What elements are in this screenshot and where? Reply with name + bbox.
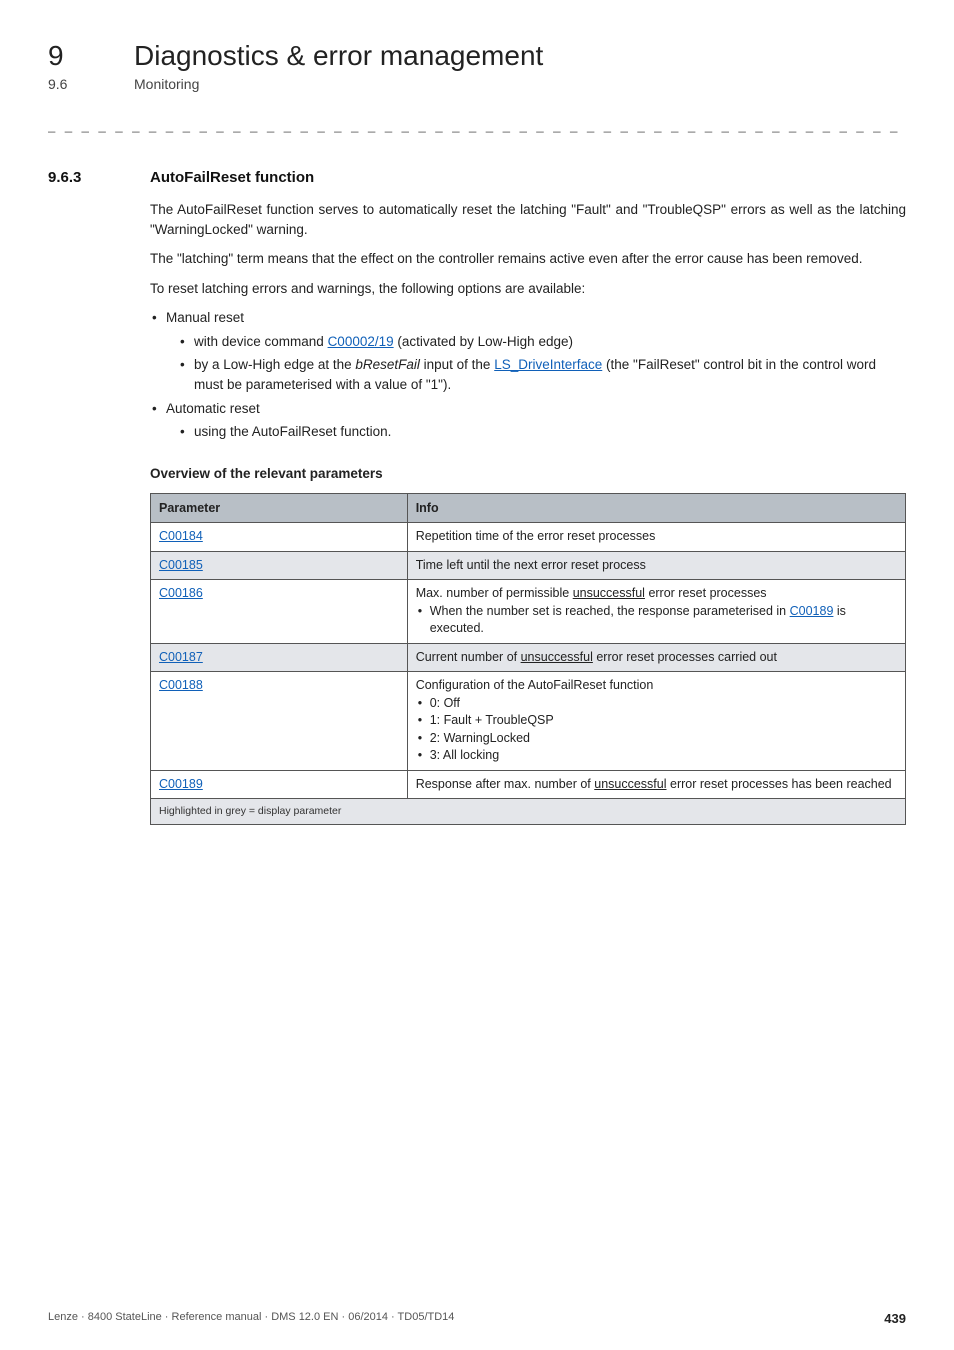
text: error reset processes — [645, 586, 767, 600]
table-row: C00188 Configuration of the AutoFailRese… — [151, 672, 906, 771]
text-underline: unsuccessful — [573, 586, 645, 600]
link-device-command[interactable]: C00002/19 — [328, 334, 394, 349]
subsection-title: AutoFailReset function — [150, 169, 314, 186]
section-title: Monitoring — [134, 76, 199, 92]
list-item-label: Automatic reset — [166, 401, 260, 416]
chapter-number: 9 — [48, 40, 98, 72]
text: error reset processes has been reached — [667, 777, 892, 791]
link-param[interactable]: C00185 — [159, 558, 203, 572]
table-heading: Overview of the relevant parameters — [150, 464, 906, 484]
cell-parameter: C00187 — [151, 643, 408, 672]
link-param[interactable]: C00188 — [159, 678, 203, 692]
page-root: 9 Diagnostics & error management 9.6 Mon… — [0, 0, 954, 1350]
cell-info: Current number of unsuccessful error res… — [407, 643, 905, 672]
text: Max. number of permissible — [416, 586, 573, 600]
cell-info: Time left until the next error reset pro… — [407, 551, 905, 580]
cell-parameter: C00184 — [151, 523, 408, 552]
cell-parameter: C00185 — [151, 551, 408, 580]
cell-info: Max. number of permissible unsuccessful … — [407, 580, 905, 644]
link-param[interactable]: C00189 — [159, 777, 203, 791]
text: (activated by Low-High edge) — [394, 334, 573, 349]
text-underline: unsuccessful — [594, 777, 666, 791]
list-item: Automatic reset using the AutoFailReset … — [150, 399, 906, 442]
page-footer: Lenze · 8400 StateLine · Reference manua… — [48, 1311, 906, 1326]
link-driveinterface[interactable]: LS_DriveInterface — [494, 357, 602, 372]
info-sub-item: When the number set is reached, the resp… — [416, 603, 897, 638]
text: Configuration of the AutoFailReset funct… — [416, 678, 654, 692]
cell-parameter: C00189 — [151, 770, 408, 799]
table-row: C00184 Repetition time of the error rese… — [151, 523, 906, 552]
text-underline: unsuccessful — [521, 650, 593, 664]
list-item: by a Low-High edge at the bResetFail inp… — [180, 355, 906, 394]
section-number: 9.6 — [48, 76, 98, 92]
link-param[interactable]: C00187 — [159, 650, 203, 664]
parameter-table: Parameter Info C00184 Repetition time of… — [150, 493, 906, 825]
col-header-parameter: Parameter — [151, 494, 408, 523]
paragraph: The AutoFailReset function serves to aut… — [150, 200, 906, 239]
table-row: C00189 Response after max. number of uns… — [151, 770, 906, 799]
cell-parameter: C00188 — [151, 672, 408, 771]
text: Time left until the next error reset pro… — [416, 558, 646, 572]
text: error reset processes carried out — [593, 650, 777, 664]
subsection-heading: 9.6.3 AutoFailReset function — [48, 169, 906, 186]
body-text: The AutoFailReset function serves to aut… — [150, 200, 906, 825]
table-row: C00185 Time left until the next error re… — [151, 551, 906, 580]
chapter-header: 9 Diagnostics & error management — [48, 40, 906, 72]
link-param[interactable]: C00184 — [159, 529, 203, 543]
link-param[interactable]: C00186 — [159, 586, 203, 600]
param-name: bResetFail — [355, 357, 420, 372]
table-footnote: Highlighted in grey = display parameter — [151, 799, 906, 825]
list-item-label: Manual reset — [166, 310, 244, 325]
cell-parameter: C00186 — [151, 580, 408, 644]
section-header: 9.6 Monitoring — [48, 76, 906, 92]
sub-list: using the AutoFailReset function. — [180, 422, 906, 442]
text: Repetition time of the error reset proce… — [416, 529, 656, 543]
text: Response after max. number of — [416, 777, 595, 791]
info-sub-item: 0: Off — [416, 695, 897, 713]
col-header-info: Info — [407, 494, 905, 523]
subsection-number: 9.6.3 — [48, 169, 112, 186]
table-header-row: Parameter Info — [151, 494, 906, 523]
cell-info: Configuration of the AutoFailReset funct… — [407, 672, 905, 771]
info-sub-item: 1: Fault + TroubleQSP — [416, 712, 897, 730]
text: input of the — [420, 357, 494, 372]
sub-list: with device command C00002/19 (activated… — [180, 332, 906, 395]
text: using the AutoFailReset function. — [194, 424, 391, 439]
table-row: C00186 Max. number of permissible unsucc… — [151, 580, 906, 644]
text: with device command — [194, 334, 328, 349]
footer-reference: Lenze · 8400 StateLine · Reference manua… — [48, 1311, 454, 1326]
text: by a Low-High edge at the — [194, 357, 355, 372]
paragraph: The "latching" term means that the effec… — [150, 249, 906, 269]
cell-info: Repetition time of the error reset proce… — [407, 523, 905, 552]
chapter-title: Diagnostics & error management — [134, 40, 543, 72]
options-list: Manual reset with device command C00002/… — [150, 308, 906, 441]
info-sub-item: 3: All locking — [416, 747, 897, 765]
list-item: with device command C00002/19 (activated… — [180, 332, 906, 352]
info-sub-item: 2: WarningLocked — [416, 730, 897, 748]
page-number: 439 — [884, 1311, 906, 1326]
divider-dashes: _ _ _ _ _ _ _ _ _ _ _ _ _ _ _ _ _ _ _ _ … — [48, 118, 906, 133]
table-row: C00187 Current number of unsuccessful er… — [151, 643, 906, 672]
list-item: using the AutoFailReset function. — [180, 422, 906, 442]
paragraph: To reset latching errors and warnings, t… — [150, 279, 906, 299]
cell-info: Response after max. number of unsuccessf… — [407, 770, 905, 799]
text: Current number of — [416, 650, 521, 664]
link-param[interactable]: C00189 — [790, 604, 834, 618]
list-item: Manual reset with device command C00002/… — [150, 308, 906, 394]
text: When the number set is reached, the resp… — [430, 604, 790, 618]
footnote-text: Highlighted in grey = display parameter — [151, 799, 906, 825]
